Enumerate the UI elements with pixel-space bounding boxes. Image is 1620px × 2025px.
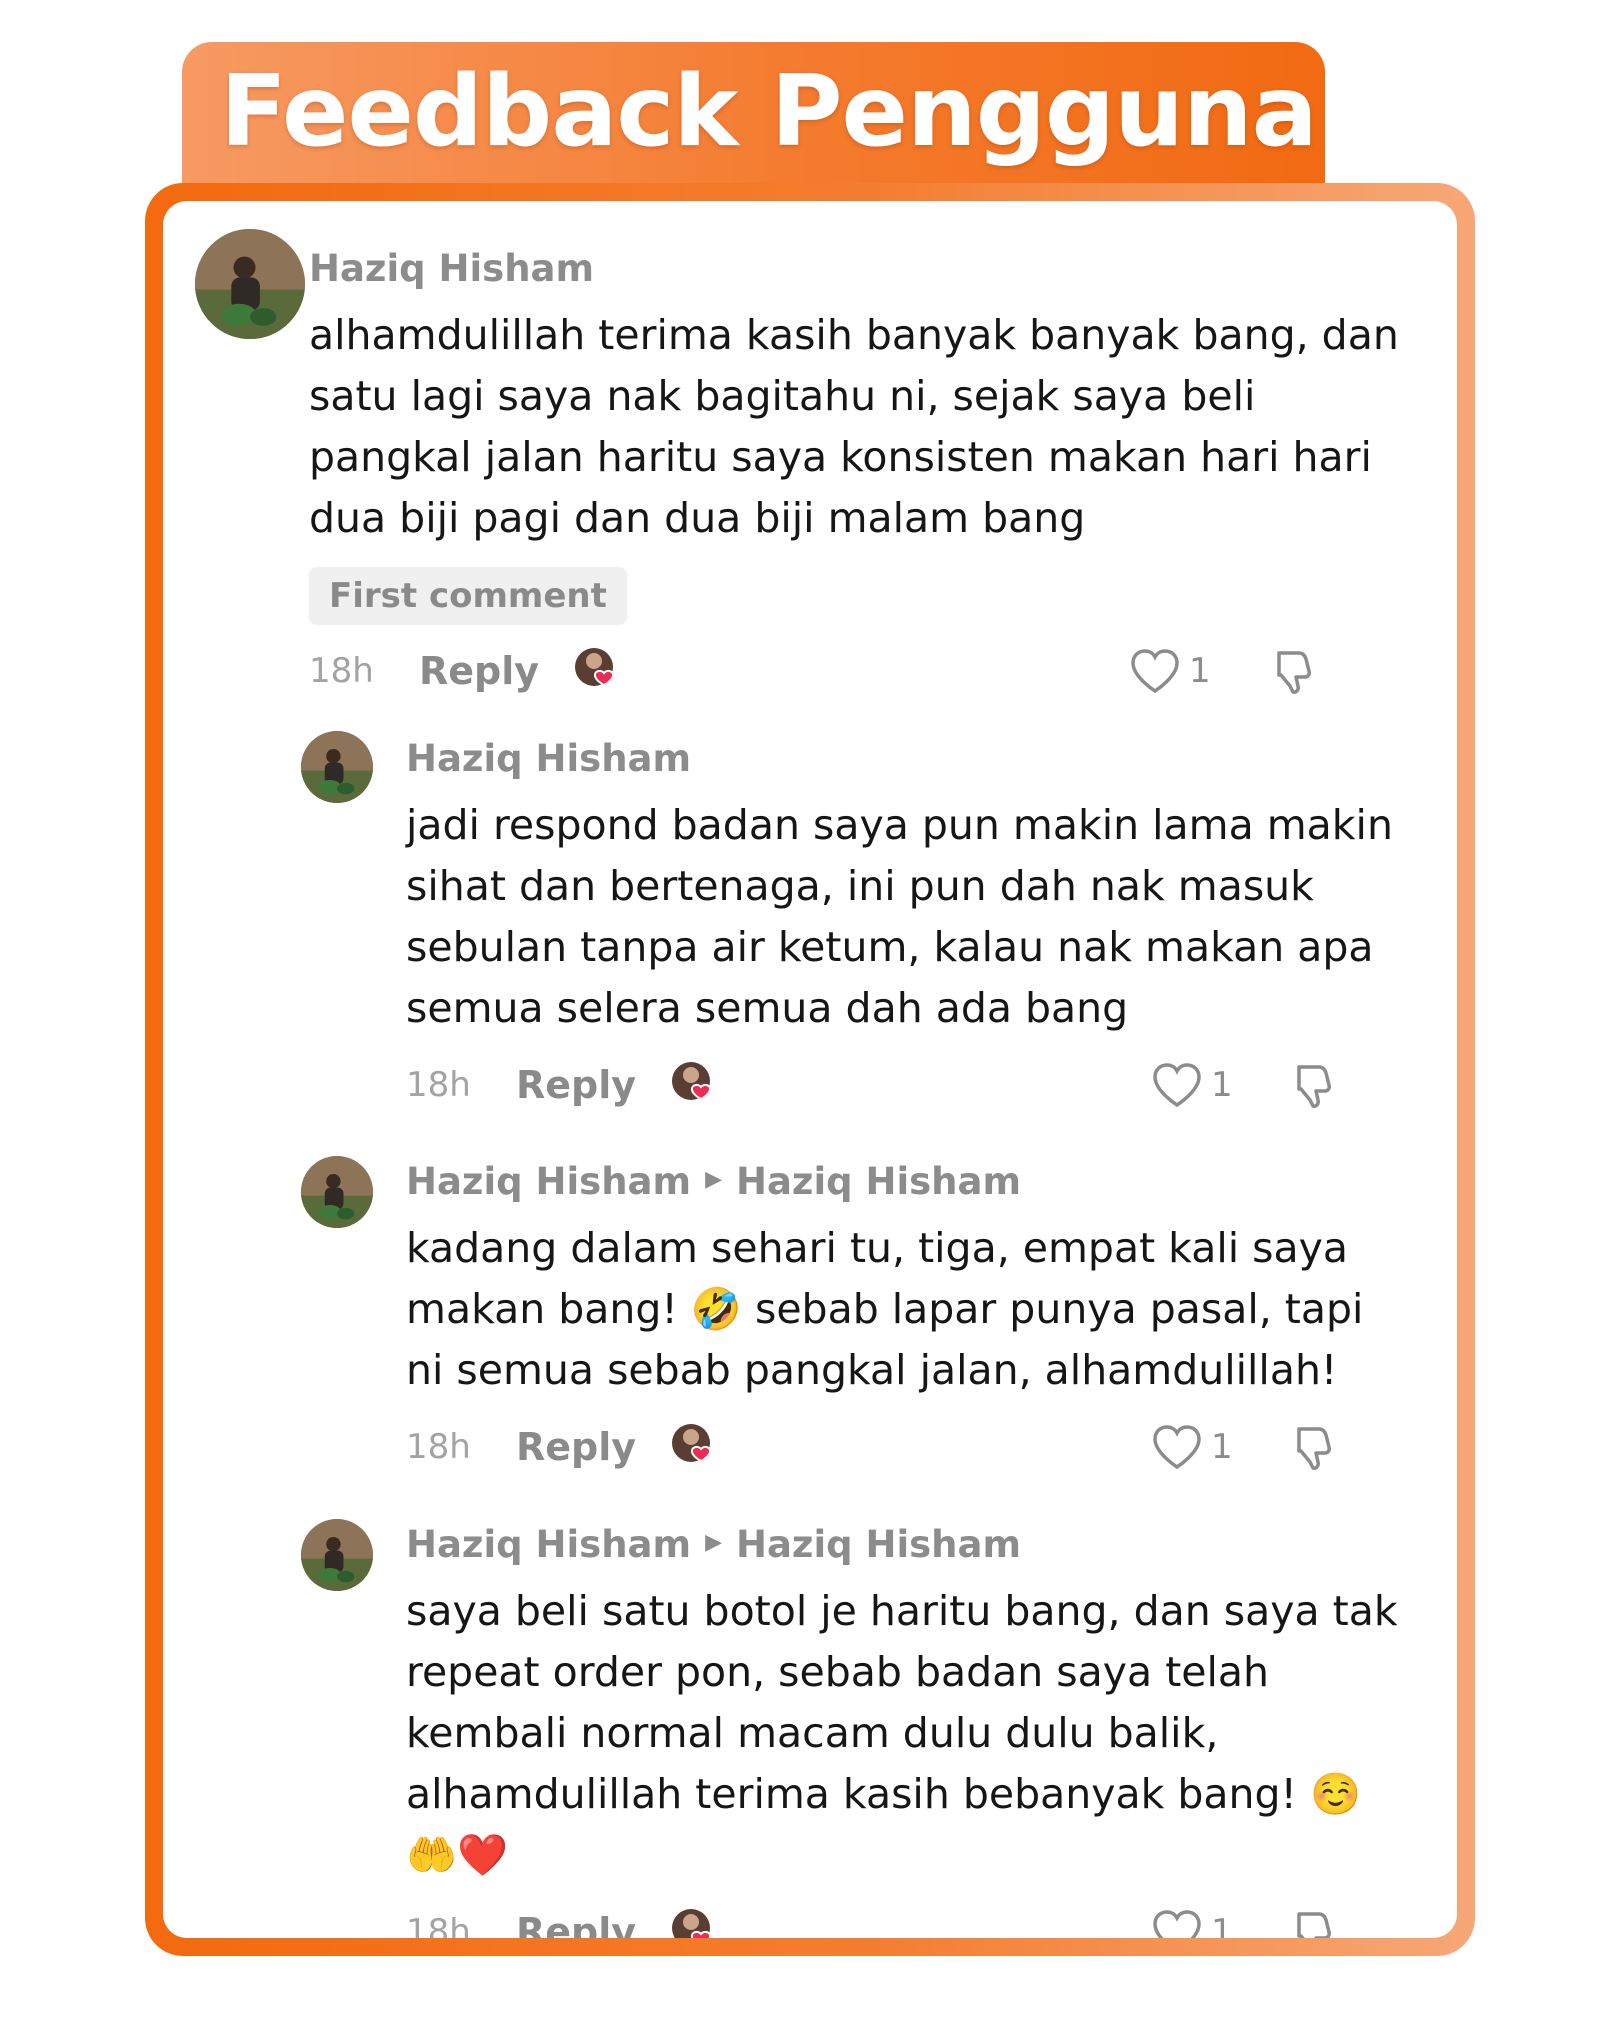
creator-liked-icon [671, 1061, 717, 1107]
comment-actions: 18h Reply 1 [309, 641, 1417, 701]
dislike-icon[interactable] [1289, 1061, 1339, 1111]
comment-text: alhamdulillah terima kasih banyak banyak… [309, 311, 1399, 542]
comment-actions: 18h Reply 1 [406, 1055, 1417, 1115]
avatar[interactable] [301, 1519, 373, 1591]
heart-icon[interactable] [1151, 1061, 1203, 1109]
creator-liked-icon [671, 1423, 717, 1469]
heart-icon[interactable] [1151, 1423, 1203, 1471]
first-comment-badge: First comment [309, 567, 627, 625]
page-title: Feedback Pengguna [220, 55, 1318, 169]
comment-time: 18h [406, 1427, 471, 1467]
heart-icon[interactable] [1129, 647, 1181, 695]
reply-button[interactable]: Reply [516, 1055, 636, 1115]
dislike-icon[interactable] [1289, 1423, 1339, 1473]
smiling-face-emoji: ☺️ [1310, 1770, 1362, 1818]
red-heart-emoji: ❤️ [457, 1831, 509, 1879]
comment-time: 18h [406, 1065, 471, 1105]
dislike-icon[interactable] [1269, 647, 1319, 697]
screenshot-frame: Haziq Hisham alhamdulillah terima kasih … [145, 183, 1475, 1956]
comment-author[interactable]: Haziq Hisham [406, 1523, 691, 1566]
avatar[interactable] [301, 1156, 373, 1228]
like-count: 1 [1211, 1065, 1233, 1105]
comment-author[interactable]: Haziq Hisham [309, 239, 1417, 299]
palms-up-emoji: 🤲 [406, 1831, 458, 1879]
reply-button[interactable]: Reply [419, 641, 539, 701]
comment-text: saya beli satu botol je haritu bang, dan… [406, 1587, 1398, 1879]
comment-time: 18h [309, 651, 374, 691]
comment-author-line: Haziq Hisham ▶ Haziq Hisham [406, 1152, 1417, 1212]
like-count: 1 [1211, 1912, 1233, 1938]
comment-actions: 18h Reply 1 [406, 1902, 1417, 1938]
comment-actions: 18h Reply 1 [406, 1417, 1417, 1477]
dislike-icon[interactable] [1289, 1908, 1339, 1938]
avatar[interactable] [195, 229, 305, 339]
comments-panel: Haziq Hisham alhamdulillah terima kasih … [163, 201, 1457, 1938]
like-count: 1 [1189, 651, 1211, 691]
reply-to-author[interactable]: Haziq Hisham [736, 1160, 1021, 1203]
caret-right-icon: ▶ [705, 1529, 722, 1555]
avatar[interactable] [301, 731, 373, 803]
like-count: 1 [1211, 1427, 1233, 1467]
comment-author-line: Haziq Hisham ▶ Haziq Hisham [406, 1515, 1417, 1575]
comment-time: 18h [406, 1912, 471, 1938]
creator-liked-icon [671, 1908, 717, 1938]
rofl-emoji: 🤣 [690, 1285, 742, 1333]
reply-button[interactable]: Reply [516, 1417, 636, 1477]
caret-right-icon: ▶ [705, 1166, 722, 1192]
reply-to-author[interactable]: Haziq Hisham [736, 1523, 1021, 1566]
comment-text: jadi respond badan saya pun makin lama m… [406, 801, 1393, 1032]
heart-icon[interactable] [1151, 1908, 1203, 1938]
reply-button[interactable]: Reply [516, 1902, 636, 1938]
comment-author[interactable]: Haziq Hisham [406, 729, 1417, 789]
comment-author[interactable]: Haziq Hisham [406, 1160, 691, 1203]
creator-liked-icon [574, 647, 620, 693]
comment-text: kadang dalam sehari tu, tiga, empat kali… [406, 1224, 1364, 1394]
